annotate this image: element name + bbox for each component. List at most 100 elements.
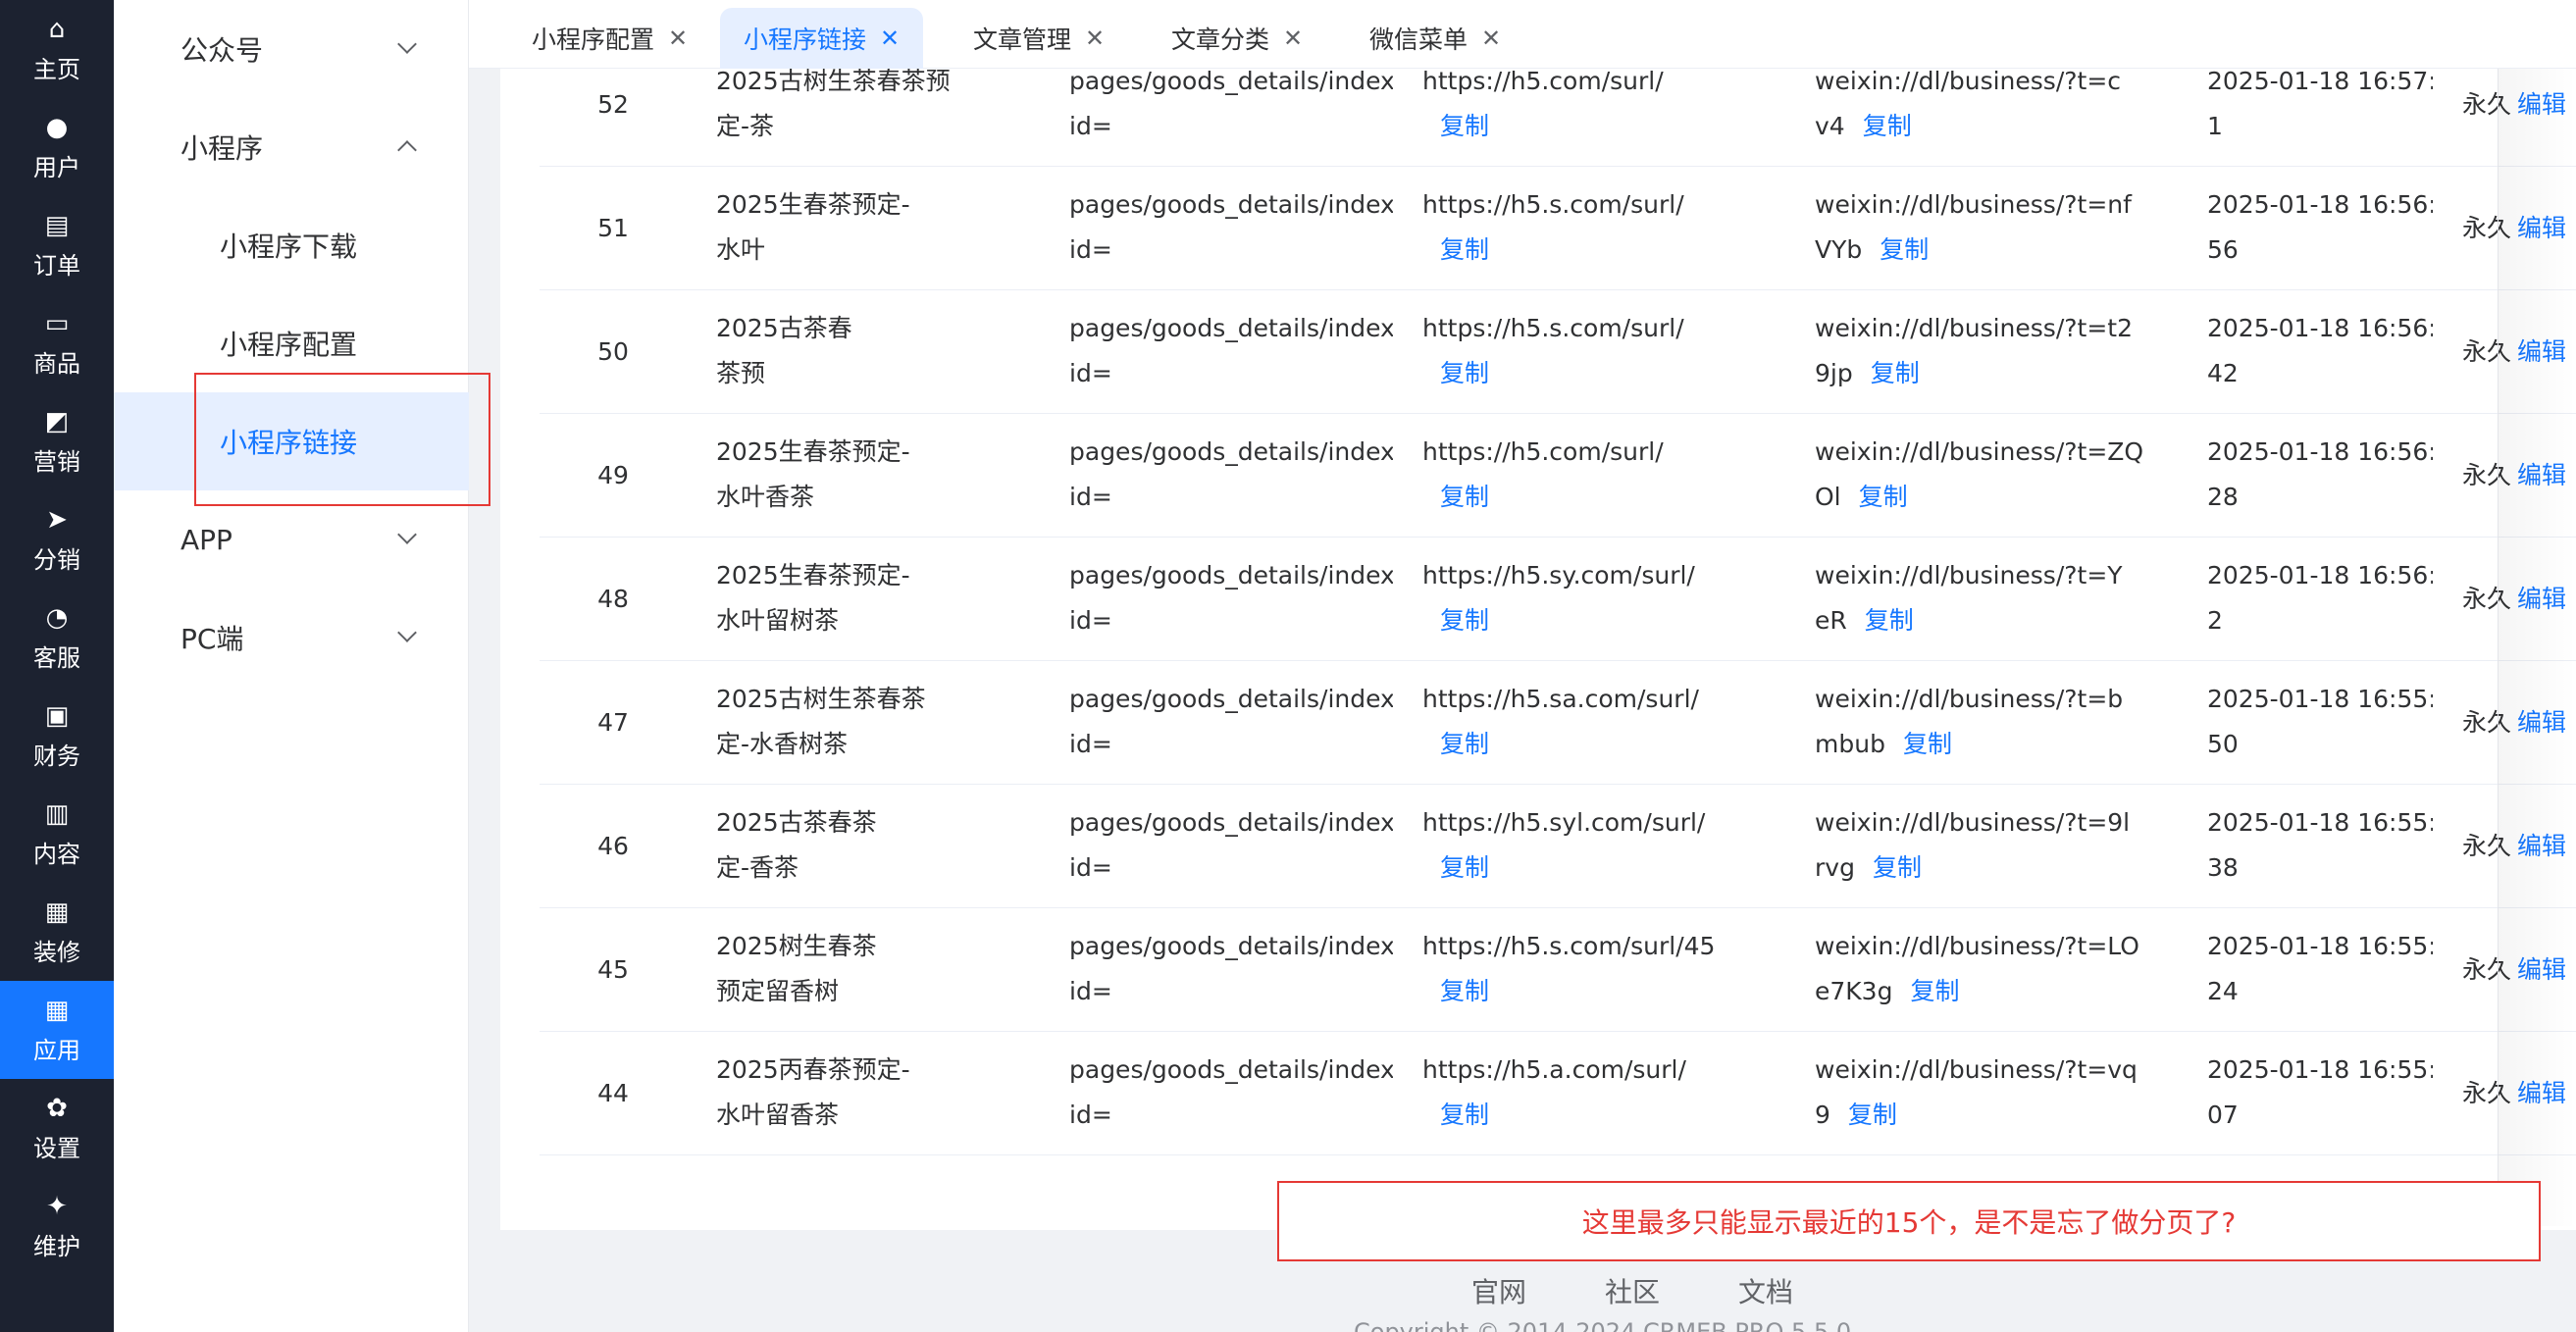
copy-url-button[interactable]: 复制 — [1440, 977, 1489, 1005]
user-icon: ● — [45, 112, 69, 142]
copy-scheme-button[interactable]: 复制 — [1865, 606, 1914, 635]
copy-scheme-button[interactable]: 复制 — [1880, 235, 1929, 264]
tab-wechat-menu[interactable]: 微信菜单 ✕ — [1346, 8, 1524, 69]
cell-time-line: 2025-01-18 16:55: — [2207, 685, 2433, 713]
cell-time-line: 1 — [2207, 112, 2223, 140]
cell-time: 2025-01-18 16:56: 42 — [2207, 306, 2433, 396]
rail-item-maintain[interactable]: ✦ 维护 — [0, 1177, 114, 1275]
menu-item-mini-download[interactable]: 小程序下载 — [114, 196, 469, 294]
rail-item-label: 分销 — [33, 545, 80, 574]
rail-item-apps[interactable]: ▦ 应用 — [0, 981, 114, 1079]
cell-url: https://h5.s.com/surl/复制 — [1422, 182, 1805, 273]
menu-group-pc[interactable]: PC端 — [114, 589, 469, 687]
menu-group-gzh[interactable]: 公众号 — [114, 0, 469, 98]
close-icon[interactable]: ✕ — [668, 25, 688, 52]
cell-name-line: 2025古树生茶春茶 — [716, 685, 926, 713]
cell-path: pages/goods_details/index? id= — [1069, 182, 1393, 273]
tab-label: 小程序链接 — [744, 26, 867, 54]
cell-time-line: 2025-01-18 16:55: — [2207, 1055, 2433, 1084]
close-icon[interactable]: ✕ — [1283, 25, 1303, 52]
close-icon[interactable]: ✕ — [1085, 25, 1105, 52]
cell-name: 2025生春茶预定- 水叶 — [716, 182, 1030, 273]
cell-scheme: weixin://dl/business/?t=nf VYb 复制 — [1815, 182, 2178, 273]
close-icon[interactable]: ✕ — [880, 25, 900, 52]
cell-path: pages/goods_details/index? id= — [1069, 924, 1393, 1014]
highlight-box-menu — [194, 373, 490, 506]
copy-scheme-button[interactable]: 复制 — [1871, 359, 1920, 387]
footer-link-site[interactable]: 官网 — [1471, 1271, 1526, 1310]
rail-item-settings[interactable]: ✿ 设置 — [0, 1079, 114, 1177]
cell-path: pages/goods_details/index? id= — [1069, 430, 1393, 520]
cell-time-line: 28 — [2207, 483, 2239, 511]
rail-item-service[interactable]: ◔ 客服 — [0, 589, 114, 687]
cell-name-line: 水叶香茶 — [716, 483, 815, 511]
cell-path: pages/goods_details/index? id= — [1069, 306, 1393, 396]
cell-name-line: 2025古树生茶春茶预 — [716, 69, 951, 95]
copy-url-button[interactable]: 复制 — [1440, 359, 1489, 387]
menu-group-app-label: APP — [180, 523, 232, 556]
cell-time-line: 07 — [2207, 1101, 2239, 1129]
cell-path-line: id= — [1069, 606, 1112, 635]
cell-time-line: 2025-01-18 16:56:1 — [2207, 561, 2433, 589]
rail-item-finance[interactable]: ▣ 财务 — [0, 687, 114, 785]
menu-item-mini-config-label: 小程序配置 — [220, 329, 358, 361]
rail-item-order[interactable]: ▤ 订单 — [0, 196, 114, 294]
tab-mini-link[interactable]: 小程序链接 ✕ — [720, 8, 924, 69]
rail-item-home[interactable]: ⌂ 主页 — [0, 0, 114, 98]
chevron-down-icon — [397, 525, 417, 544]
cell-name-line: 水叶留香茶 — [716, 1101, 840, 1129]
rail-item-decorate[interactable]: ▦ 装修 — [0, 883, 114, 981]
cell-id: 49 — [597, 461, 629, 489]
cell-url-text: https://h5.com/surl/ — [1422, 69, 1664, 95]
menu-group-gzh-label: 公众号 — [180, 34, 264, 67]
cell-scheme-line: weixin://dl/business/?t=LO — [1815, 932, 2139, 960]
cell-time-line: 50 — [2207, 730, 2239, 758]
rail-item-label: 营销 — [33, 447, 80, 476]
cell-time-line: 2025-01-18 16:56: — [2207, 437, 2433, 466]
rail-item-distribution[interactable]: ➤ 分销 — [0, 490, 114, 589]
content-icon: ▥ — [44, 798, 70, 829]
tab-article-manage[interactable]: 文章管理 ✕ — [950, 8, 1128, 69]
cell-scheme-line: weixin://dl/business/?t=b — [1815, 685, 2124, 713]
cell-time-line: 2 — [2207, 606, 2223, 635]
copy-scheme-button[interactable]: 复制 — [1910, 977, 1959, 1005]
cell-path: pages/goods_details/index? id= — [1069, 1048, 1393, 1138]
rail-item-goods[interactable]: ▭ 商品 — [0, 294, 114, 392]
cell-path-line: pages/goods_details/index? — [1069, 1055, 1393, 1084]
copy-url-button[interactable]: 复制 — [1440, 853, 1489, 882]
cell-url-text: https://h5.s.com/surl/ — [1422, 314, 1684, 342]
cell-url-text: https://h5.a.com/surl/ — [1422, 1055, 1686, 1084]
cell-name-line: 定-水香树茶 — [716, 730, 849, 758]
cell-id: 44 — [597, 1079, 629, 1107]
copy-url-button[interactable]: 复制 — [1440, 483, 1489, 511]
cell-scheme: weixin://dl/business/?t=Y eR 复制 — [1815, 553, 2178, 643]
copy-url-button[interactable]: 复制 — [1440, 112, 1489, 140]
tab-article-category[interactable]: 文章分类 ✕ — [1148, 8, 1326, 69]
tab-mini-config[interactable]: 小程序配置 ✕ — [508, 8, 711, 69]
copy-scheme-button[interactable]: 复制 — [1873, 853, 1922, 882]
cell-path-line: pages/goods_details/index? — [1069, 685, 1393, 713]
copy-url-button[interactable]: 复制 — [1440, 606, 1489, 635]
cell-name: 2025树生春茶 预定留香树 — [716, 924, 1030, 1014]
rail-item-user[interactable]: ● 用户 — [0, 98, 114, 196]
copy-scheme-button[interactable]: 复制 — [1859, 483, 1908, 511]
rail-item-label: 订单 — [33, 251, 80, 280]
copy-scheme-button[interactable]: 复制 — [1903, 730, 1952, 758]
distribution-icon: ➤ — [46, 504, 68, 535]
chevron-down-icon — [397, 623, 417, 642]
copy-scheme-button[interactable]: 复制 — [1848, 1101, 1897, 1129]
copy-url-button[interactable]: 复制 — [1440, 730, 1489, 758]
close-icon[interactable]: ✕ — [1481, 25, 1501, 52]
footer-link-community[interactable]: 社区 — [1605, 1271, 1660, 1310]
footer-link-docs[interactable]: 文档 — [1738, 1271, 1793, 1310]
copy-url-button[interactable]: 复制 — [1440, 1101, 1489, 1129]
rail-item-marketing[interactable]: ◩ 营销 — [0, 392, 114, 490]
cell-path-line: pages/goods_details/index? — [1069, 190, 1393, 219]
cell-path-line: pages/goods_details/index? — [1069, 808, 1393, 837]
cell-name-line: 定-茶 — [716, 112, 775, 140]
menu-group-mini[interactable]: 小程序 — [114, 98, 469, 196]
table-row: 44 2025丙春茶预定- 水叶留香茶 pages/goods_details/ind… — [540, 1032, 2576, 1155]
rail-item-content[interactable]: ▥ 内容 — [0, 785, 114, 883]
copy-url-button[interactable]: 复制 — [1440, 235, 1489, 264]
copy-scheme-button[interactable]: 复制 — [1863, 112, 1912, 140]
